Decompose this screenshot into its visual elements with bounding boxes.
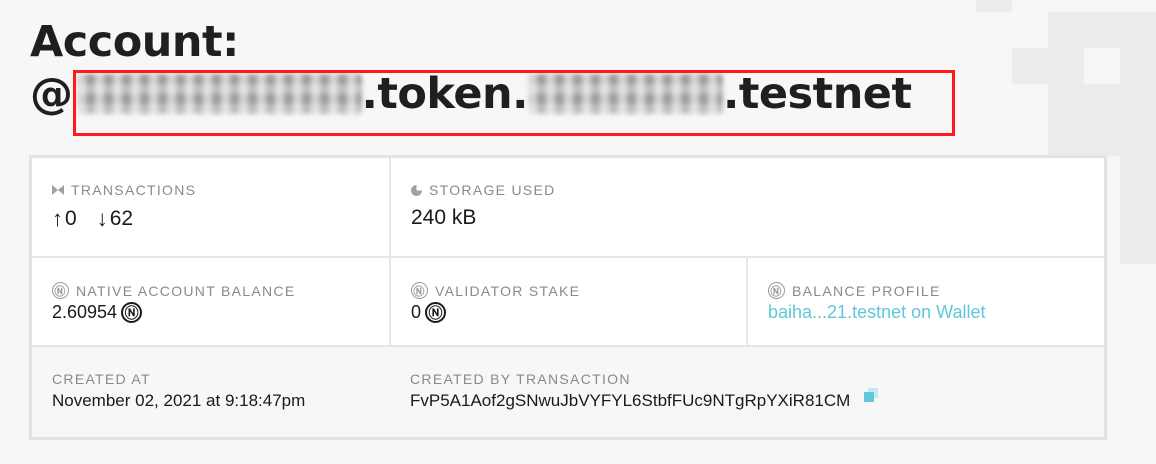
background-decoration bbox=[1120, 48, 1156, 264]
highlight-box bbox=[73, 70, 955, 136]
stake-value: 0 Ⓝ bbox=[411, 302, 447, 323]
sent-count: 0 bbox=[65, 207, 77, 230]
near-icon: Ⓝ bbox=[768, 282, 785, 299]
near-icon: Ⓝ bbox=[52, 282, 69, 299]
pie-icon bbox=[411, 184, 422, 196]
storage-label: STORAGE USED bbox=[411, 182, 556, 198]
arrow-up-icon: ↑ bbox=[52, 206, 63, 231]
storage-value: 240 kB bbox=[411, 206, 477, 229]
background-decoration bbox=[1048, 12, 1156, 48]
background-decoration bbox=[1012, 48, 1084, 84]
created-by-value: FvP5A1Aof2gSNwuJbVYFYL6StbfFUc9NTgRpYXiR… bbox=[410, 388, 879, 411]
balance-value: 2.60954 Ⓝ bbox=[52, 302, 143, 323]
near-icon: Ⓝ bbox=[121, 302, 143, 323]
balance-label: Ⓝ NATIVE ACCOUNT BALANCE bbox=[52, 282, 295, 299]
arrow-down-icon: ↓ bbox=[96, 206, 108, 231]
transaction-hash[interactable]: FvP5A1Aof2gSNwuJbVYFYL6StbfFUc9NTgRpYXiR… bbox=[410, 391, 850, 411]
received-count: 62 bbox=[109, 207, 134, 230]
created-at-label: CREATED AT bbox=[52, 371, 151, 387]
stake-cell: Ⓝ VALIDATOR STAKE 0 Ⓝ bbox=[391, 258, 748, 347]
storage-cell: STORAGE USED 240 kB bbox=[391, 158, 1104, 258]
wallet-profile-link[interactable]: baiha...21.testnet on Wallet bbox=[768, 302, 985, 323]
near-icon: Ⓝ bbox=[411, 282, 428, 299]
transactions-label: TRANSACTIONS bbox=[52, 182, 196, 198]
profile-cell: Ⓝ BALANCE PROFILE baiha...21.testnet on … bbox=[748, 258, 1104, 347]
created-at-cell: CREATED AT November 02, 2021 at 9:18:47p… bbox=[32, 347, 390, 437]
background-decoration bbox=[976, 0, 1012, 12]
stake-label: Ⓝ VALIDATOR STAKE bbox=[411, 282, 580, 299]
account-at: @ bbox=[30, 69, 73, 119]
title-prefix: Account: bbox=[30, 17, 239, 67]
profile-label: Ⓝ BALANCE PROFILE bbox=[768, 282, 941, 299]
copy-icon[interactable] bbox=[864, 388, 879, 402]
transactions-value: ↑ 0 ↓ 62 bbox=[52, 206, 133, 232]
created-by-label: CREATED BY TRANSACTION bbox=[410, 371, 631, 387]
creation-info: CREATED AT November 02, 2021 at 9:18:47p… bbox=[32, 347, 1104, 437]
balance-cell: Ⓝ NATIVE ACCOUNT BALANCE 2.60954 Ⓝ bbox=[32, 258, 391, 347]
hourglass-icon bbox=[52, 185, 64, 195]
near-icon: Ⓝ bbox=[425, 302, 447, 323]
created-at-value: November 02, 2021 at 9:18:47pm bbox=[52, 391, 306, 410]
transactions-cell: TRANSACTIONS ↑ 0 ↓ 62 bbox=[32, 158, 391, 258]
created-by-cell: CREATED BY TRANSACTION FvP5A1Aof2gSNwuJb… bbox=[390, 347, 1104, 437]
background-decoration bbox=[1048, 84, 1120, 156]
account-info-card: TRANSACTIONS ↑ 0 ↓ 62 STORAGE USED 240 k… bbox=[29, 155, 1107, 440]
